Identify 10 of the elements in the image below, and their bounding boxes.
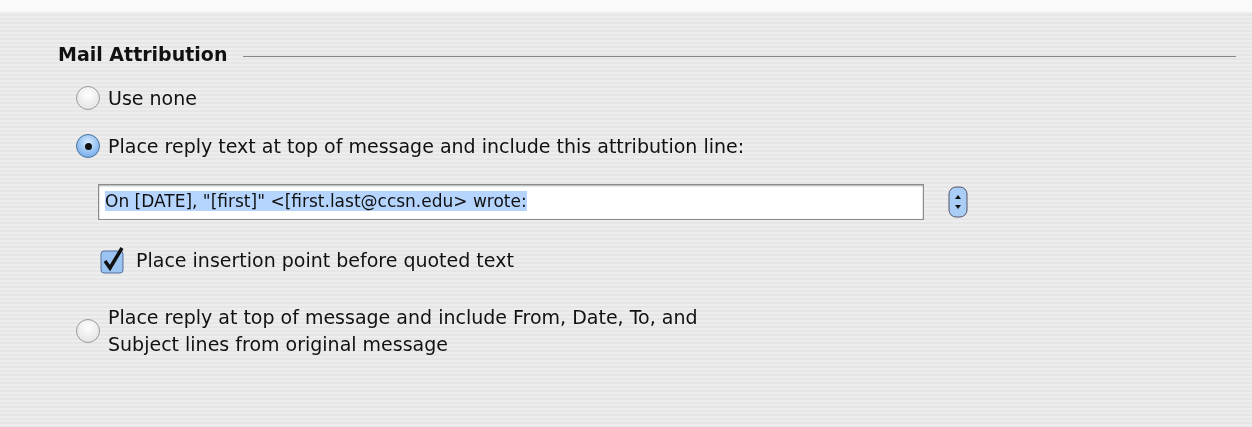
radio-button[interactable] [76, 318, 100, 343]
checkbox-label: Place insertion point before quoted text [136, 247, 514, 273]
radio-label: Place reply text at top of message and include this attribution line: [108, 134, 745, 160]
section-title: Mail Attribution [58, 42, 228, 67]
radio-button[interactable] [76, 85, 100, 110]
radio-button[interactable] [76, 134, 100, 159]
radio-label: Use none [108, 85, 197, 111]
radio-label: Place reply at top of message and include From, Date, To, and Subject lines from original message [108, 305, 698, 357]
text-field[interactable]: On [DATE], "[first]" <[first.last@ccsn.edu> wrote: [98, 183, 924, 220]
stepper-button[interactable] [948, 185, 968, 218]
